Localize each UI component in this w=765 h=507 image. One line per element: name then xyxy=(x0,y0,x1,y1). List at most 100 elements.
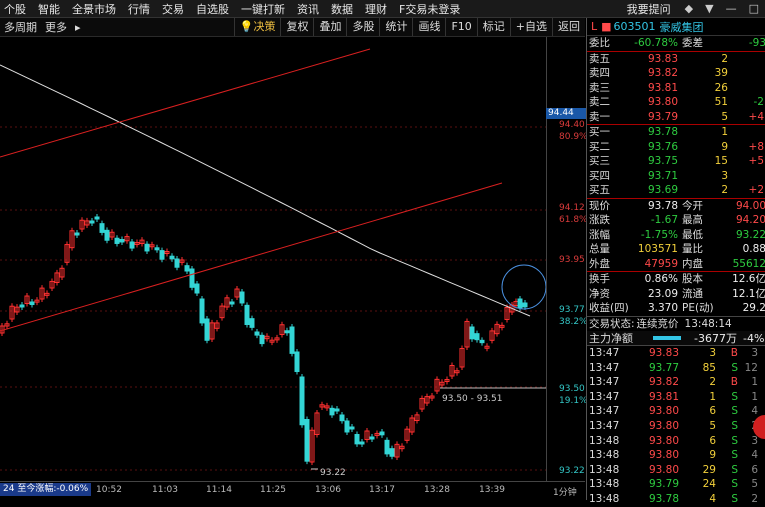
trade-count: 4 xyxy=(751,405,758,418)
stock-code: 603501 xyxy=(613,20,656,33)
weibi-label: 委比 xyxy=(589,37,610,49)
trade-row: 13:47 93.81 1 S 1 xyxy=(587,390,765,405)
menu-item-smart[interactable]: 智能 xyxy=(34,1,60,17)
mark-button[interactable]: 标记 xyxy=(476,18,510,36)
menu-item-ipo[interactable]: 一键打新 xyxy=(237,1,285,17)
level-label: 卖五 xyxy=(589,52,610,65)
shirt-icon[interactable]: ▼ xyxy=(705,2,713,15)
menu-item-trade[interactable]: 交易 xyxy=(158,1,184,17)
candle xyxy=(379,431,385,436)
trade-row: 13:48 93.80 29 S 6 xyxy=(587,463,765,478)
trend-line-lower xyxy=(0,182,503,332)
level-price: 93.69 xyxy=(647,184,678,196)
time-label: 11:03 xyxy=(152,485,178,495)
main-flow-row[interactable]: 主力净额 -3677万 -4% xyxy=(587,331,765,345)
tick-label: 94.12 xyxy=(559,203,585,213)
flow-bar xyxy=(653,336,681,340)
candle xyxy=(349,426,355,430)
candle xyxy=(119,239,125,243)
trade-time: 13:47 xyxy=(589,419,620,432)
bid-row[interactable]: 买一 93.78 1 xyxy=(587,125,765,140)
menu-item-news[interactable]: 资讯 xyxy=(293,1,319,17)
more-dropdown[interactable]: 更多 xyxy=(41,19,71,35)
tick-trades-list[interactable]: 13:47 93.83 3 B 3 13:47 93.77 85 S 12 13:47 93.82 2 B… xyxy=(587,346,765,507)
multi-stock-button[interactable]: 多股 xyxy=(346,18,379,36)
candlestick-chart[interactable]: 93.50 - 93.51 93.22 xyxy=(0,37,546,481)
bid-row[interactable]: 买四 93.71 3 xyxy=(587,169,765,184)
menu-item-quote[interactable]: 行情 xyxy=(124,1,150,17)
overlay-button[interactable]: 叠加 xyxy=(313,18,346,36)
ask-row[interactable]: 卖一 93.79 5 +4 xyxy=(587,110,765,125)
menu-item-finance[interactable]: 理财 xyxy=(361,1,387,17)
level-label: 买三 xyxy=(589,155,610,167)
trade-time: 13:47 xyxy=(589,347,620,359)
candle xyxy=(169,255,175,260)
trade-row: 13:48 93.79 24 S 5 xyxy=(587,477,765,492)
time-label: 13:28 xyxy=(424,485,450,495)
stats-button[interactable]: 统计 xyxy=(379,18,412,36)
candle xyxy=(334,408,340,412)
menu-item-login-status[interactable]: F交易未登录 xyxy=(395,1,460,17)
menu-item-market[interactable]: 全景市场 xyxy=(68,1,116,17)
tick-label: 61.8% xyxy=(559,215,588,225)
stat-value-2: 94.20 xyxy=(735,214,765,226)
menu-item-stock[interactable]: 个股 xyxy=(0,1,26,17)
draw-line-button[interactable]: 画线 xyxy=(412,18,445,36)
candle xyxy=(339,414,345,422)
weibi-value: -60.78% xyxy=(634,37,678,49)
back-button[interactable]: 返回 xyxy=(552,18,585,36)
trade-volume: 1 xyxy=(709,390,716,403)
trade-time: 13:47 xyxy=(589,390,620,403)
decision-button[interactable]: 💡决策 xyxy=(233,18,281,36)
candle xyxy=(229,301,235,305)
stat-row: 换手 0.86% 股本 12.6亿 xyxy=(587,272,765,287)
bookmark-icon[interactable]: ■ xyxy=(601,20,611,33)
maximize-icon[interactable]: □ xyxy=(749,2,759,15)
period-selector[interactable]: 多周期 xyxy=(0,19,41,35)
tick-label: 93.95 xyxy=(559,255,585,265)
weibi-row: 委比 -60.78% 委差 -93 xyxy=(587,36,765,51)
trade-row: 13:4793.805S2 xyxy=(587,419,765,434)
menu-item-data[interactable]: 数据 xyxy=(327,1,353,17)
ask-row[interactable]: 卖二 93.80 51 -2 xyxy=(587,95,765,110)
level-volume: 2 xyxy=(721,184,728,196)
level-label: 卖二 xyxy=(589,96,610,108)
trade-volume: 2 xyxy=(709,376,716,389)
minimize-icon[interactable]: — xyxy=(726,2,737,15)
trade-count: 12 xyxy=(744,361,758,374)
trade-volume: 29 xyxy=(702,463,716,476)
candle xyxy=(284,330,290,334)
trade-side: S xyxy=(731,478,738,491)
period-label[interactable]: 1分钟 xyxy=(553,485,577,498)
cube-icon[interactable]: ◆ xyxy=(685,2,693,15)
trade-side: S xyxy=(731,492,738,505)
level-price: 93.79 xyxy=(647,110,678,123)
ask-row[interactable]: 卖三 93.81 26 xyxy=(587,81,765,96)
help-link[interactable]: 我要提问 xyxy=(623,1,671,17)
candle xyxy=(239,291,245,304)
adjust-button[interactable]: 复权 xyxy=(280,18,313,36)
stat-row: 现价 93.78 今开 94.00 xyxy=(587,199,765,214)
chevron-down-icon[interactable]: ▸ xyxy=(71,21,85,34)
stat-value: 93.78 xyxy=(647,199,678,212)
tick-label: 38.2% xyxy=(559,317,588,327)
trade-count: 5 xyxy=(751,478,758,491)
menu-item-watchlist[interactable]: 自选股 xyxy=(192,1,229,17)
candle xyxy=(384,439,390,455)
stat-label-2: 量比 xyxy=(682,243,703,255)
f10-button[interactable]: F10 xyxy=(445,18,476,36)
candle xyxy=(144,243,150,252)
range-change-caption: 24 至今涨幅:-0.06% xyxy=(0,483,92,496)
trade-status-row: 交易状态: 连续竞价 13:48:14 xyxy=(587,317,765,332)
level-change xyxy=(728,66,764,81)
trade-time: 13:47 xyxy=(589,361,620,374)
level-change: +2 xyxy=(748,184,764,196)
bid-row[interactable]: 买二 93.76 9 +8 xyxy=(587,140,765,155)
add-watchlist-button[interactable]: +自选 xyxy=(509,18,552,36)
ask-row[interactable]: 卖四 93.82 39 xyxy=(587,66,765,81)
bid-row[interactable]: 买三 93.75 15 +5 xyxy=(587,154,765,169)
bid-row[interactable]: 买五 93.69 2 +2 xyxy=(587,183,765,198)
candle xyxy=(254,331,260,336)
trade-side: S xyxy=(731,361,738,374)
ask-row[interactable]: 卖五 93.83 2 xyxy=(587,52,765,67)
